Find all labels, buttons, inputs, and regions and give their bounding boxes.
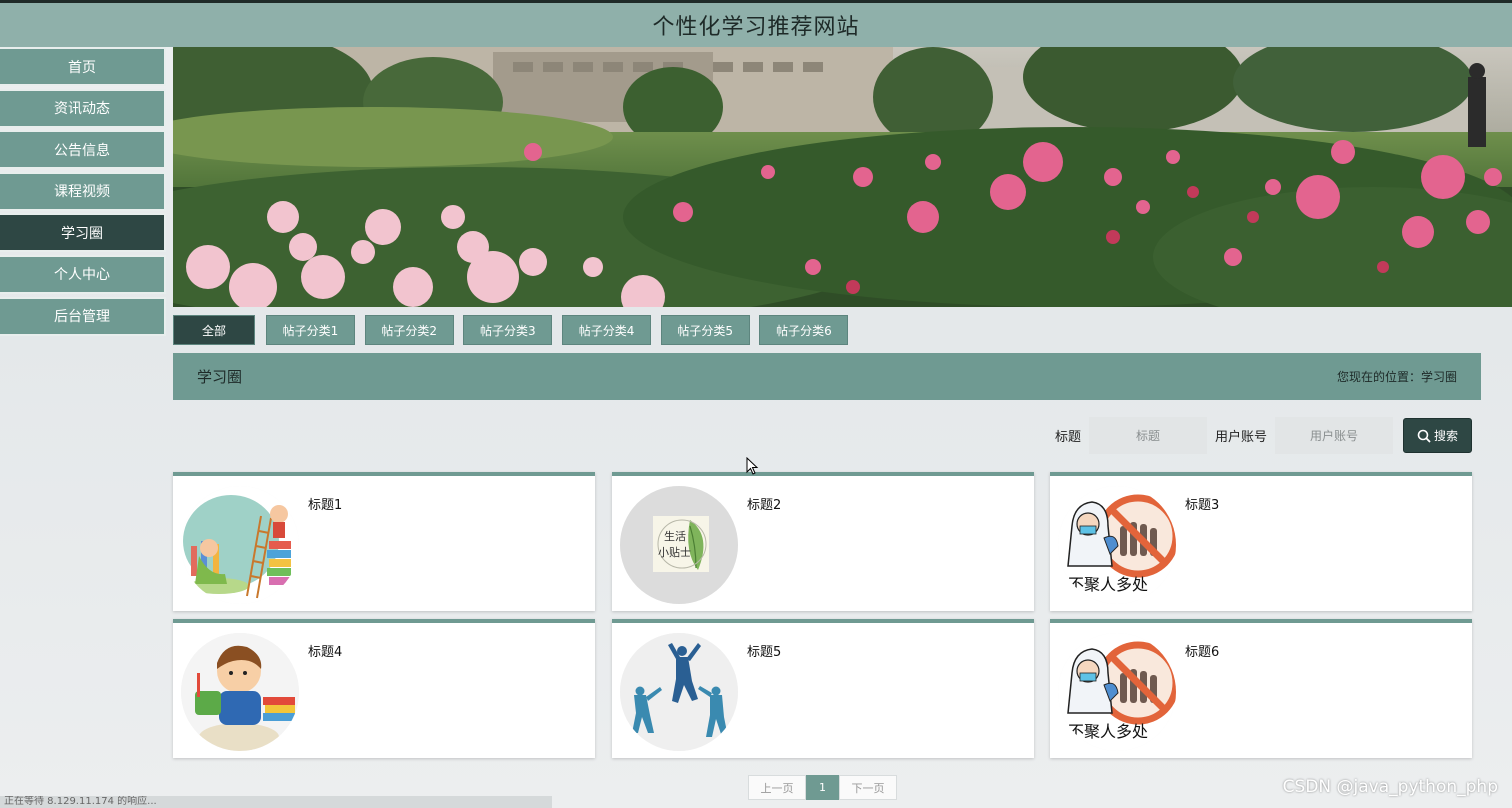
banner-image-peony-garden: [173, 47, 1512, 307]
svg-text:不聚人多处: 不聚人多处: [1068, 722, 1148, 741]
post-card[interactable]: 标题4: [173, 619, 595, 758]
sidebar-item-home[interactable]: 首页: [0, 47, 166, 86]
svg-text:生活: 生活: [664, 529, 686, 543]
search-icon: [1417, 429, 1431, 443]
category-tabs: 全部 帖子分类1 帖子分类2 帖子分类3 帖子分类4 帖子分类5 帖子分类6: [173, 315, 858, 345]
tab-category-6[interactable]: 帖子分类6: [759, 315, 849, 345]
section-header: 学习圈 您现在的位置：学习圈: [173, 353, 1481, 400]
post-thumbnail-children-reading: [181, 486, 299, 604]
post-title: 标题2: [747, 498, 782, 513]
tab-category-4[interactable]: 帖子分类4: [562, 315, 652, 345]
site-title: 个性化学习推荐网站: [652, 15, 860, 40]
title-search-input[interactable]: [1088, 417, 1207, 454]
title-search-label: 标题: [1054, 430, 1081, 445]
tab-category-3[interactable]: 帖子分类3: [463, 315, 553, 345]
browser-status-bar: 正在等待 8.129.11.174 的响应...: [0, 796, 552, 808]
post-title: 标题4: [308, 645, 343, 660]
post-card[interactable]: 不聚人多处 标题3: [1050, 472, 1472, 611]
watermark: CSDN @java_python_php: [1282, 777, 1498, 797]
post-card[interactable]: 标题1: [173, 472, 595, 611]
sidebar-item-admin[interactable]: 后台管理: [0, 296, 166, 336]
post-title: 标题1: [308, 498, 343, 513]
tab-all[interactable]: 全部: [173, 315, 255, 345]
post-thumbnail-jumping-people: [620, 633, 738, 751]
svg-text:不聚人多处: 不聚人多处: [1068, 575, 1148, 594]
prev-page-button[interactable]: 上一页: [748, 775, 806, 800]
post-title: 标题5: [747, 645, 782, 660]
sidebar-item-personal-center[interactable]: 个人中心: [0, 254, 166, 294]
post-card[interactable]: 生活 小贴士 标题2: [612, 472, 1034, 611]
tab-category-2[interactable]: 帖子分类2: [364, 315, 454, 345]
tab-category-5[interactable]: 帖子分类5: [660, 315, 750, 345]
sidebar-item-study-circle[interactable]: 学习圈: [0, 213, 166, 253]
search-bar: 标题 用户账号 搜索: [1055, 417, 1472, 454]
post-thumbnail-life-tips: 生活 小贴士: [620, 486, 738, 604]
account-search-label: 用户账号: [1214, 430, 1267, 445]
post-card[interactable]: 不聚人多处 标题6: [1050, 619, 1472, 758]
post-thumbnail-boy-with-books: [181, 633, 299, 751]
tab-category-1[interactable]: 帖子分类1: [266, 315, 355, 345]
next-page-button[interactable]: 下一页: [839, 775, 897, 800]
mouse-cursor-icon: [746, 457, 759, 475]
top-header: 个性化学习推荐网站: [0, 0, 1512, 47]
sidebar-nav: 首页 资讯动态 公告信息 课程视频 学习圈 个人中心 后台管理: [0, 47, 166, 338]
post-thumbnail-no-gathering: 不聚人多处: [1058, 486, 1176, 604]
search-button[interactable]: 搜索: [1403, 418, 1472, 453]
current-page-button[interactable]: 1: [806, 775, 839, 800]
search-button-label: 搜索: [1433, 429, 1458, 443]
post-thumbnail-no-gathering: 不聚人多处: [1058, 633, 1176, 751]
breadcrumb: 您现在的位置：学习圈: [1336, 370, 1457, 384]
post-title: 标题6: [1185, 645, 1220, 660]
svg-text:小贴士: 小贴士: [658, 545, 691, 559]
sidebar-item-course-videos[interactable]: 课程视频: [0, 171, 166, 211]
pagination: 上一页 1 下一页: [748, 775, 897, 800]
sidebar-item-news[interactable]: 资讯动态: [0, 88, 166, 128]
sidebar-item-notices[interactable]: 公告信息: [0, 130, 166, 170]
section-title: 学习圈: [197, 368, 243, 386]
account-search-input[interactable]: [1275, 417, 1393, 454]
post-title: 标题3: [1185, 498, 1220, 513]
post-card[interactable]: 标题5: [612, 619, 1034, 758]
